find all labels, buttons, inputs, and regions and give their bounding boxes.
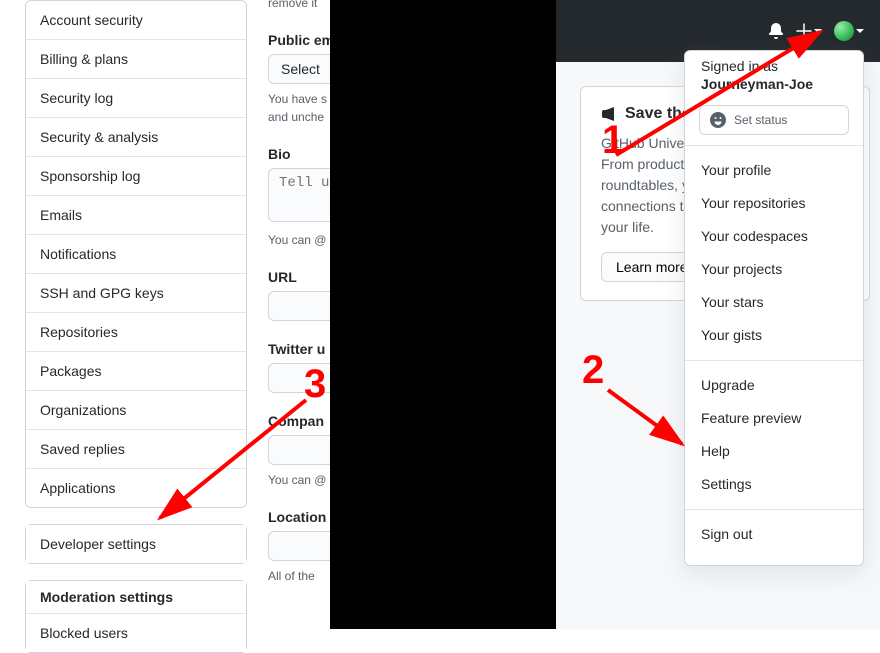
sidebar-item-notifications[interactable]: Notifications (26, 235, 246, 274)
notifications-icon[interactable] (768, 23, 784, 39)
sidebar-item-organizations[interactable]: Organizations (26, 391, 246, 430)
sidebar-item-security-log[interactable]: Security log (26, 79, 246, 118)
avatar-menu[interactable] (834, 21, 864, 41)
sidebar-item-applications[interactable]: Applications (26, 469, 246, 507)
smiley-icon (710, 112, 726, 128)
divider-black (330, 0, 556, 629)
megaphone-icon (601, 106, 617, 122)
caret-down-icon (814, 29, 822, 33)
dropdown-your-repositories[interactable]: Your repositories (685, 187, 863, 220)
sidebar-item-emails[interactable]: Emails (26, 196, 246, 235)
dropdown-settings[interactable]: Settings (685, 468, 863, 501)
new-icon[interactable] (796, 23, 822, 39)
dropdown-sign-out[interactable]: Sign out (685, 518, 863, 551)
sidebar-item-billing[interactable]: Billing & plans (26, 40, 246, 79)
signed-in-as: Signed in as Journeyman-Joe (685, 51, 863, 99)
dropdown-feature-preview[interactable]: Feature preview (685, 402, 863, 435)
dropdown-your-gists[interactable]: Your gists (685, 319, 863, 352)
dropdown-your-profile[interactable]: Your profile (685, 154, 863, 187)
sidebar-item-blocked-users[interactable]: Blocked users (26, 614, 246, 652)
settings-left-pane: Account security Billing & plans Securit… (0, 0, 330, 629)
sidebar-item-saved-replies[interactable]: Saved replies (26, 430, 246, 469)
moderation-settings-box: Moderation settings Blocked users (25, 580, 247, 653)
sidebar-item-developer-settings[interactable]: Developer settings (26, 525, 246, 563)
sidebar-item-ssh-gpg[interactable]: SSH and GPG keys (26, 274, 246, 313)
set-status-button[interactable]: Set status (699, 105, 849, 135)
moderation-header: Moderation settings (26, 581, 246, 614)
username: Journeyman-Joe (701, 76, 813, 92)
github-home-pane: Save the GitHub Universe From product de… (556, 0, 880, 629)
sidebar-item-account-security[interactable]: Account security (26, 1, 246, 40)
user-dropdown: Signed in as Journeyman-Joe Set status Y… (684, 50, 864, 566)
sidebar-item-repositories[interactable]: Repositories (26, 313, 246, 352)
sidebar-item-packages[interactable]: Packages (26, 352, 246, 391)
developer-settings-box: Developer settings (25, 524, 247, 564)
dropdown-help[interactable]: Help (685, 435, 863, 468)
dropdown-your-stars[interactable]: Your stars (685, 286, 863, 319)
avatar-icon (834, 21, 854, 41)
settings-sidebar: Account security Billing & plans Securit… (25, 0, 247, 653)
dropdown-your-projects[interactable]: Your projects (685, 253, 863, 286)
sidebar-item-security-analysis[interactable]: Security & analysis (26, 118, 246, 157)
settings-menu: Account security Billing & plans Securit… (25, 0, 247, 508)
sidebar-item-sponsorship-log[interactable]: Sponsorship log (26, 157, 246, 196)
dropdown-upgrade[interactable]: Upgrade (685, 369, 863, 402)
caret-down-icon (856, 29, 864, 33)
dropdown-your-codespaces[interactable]: Your codespaces (685, 220, 863, 253)
